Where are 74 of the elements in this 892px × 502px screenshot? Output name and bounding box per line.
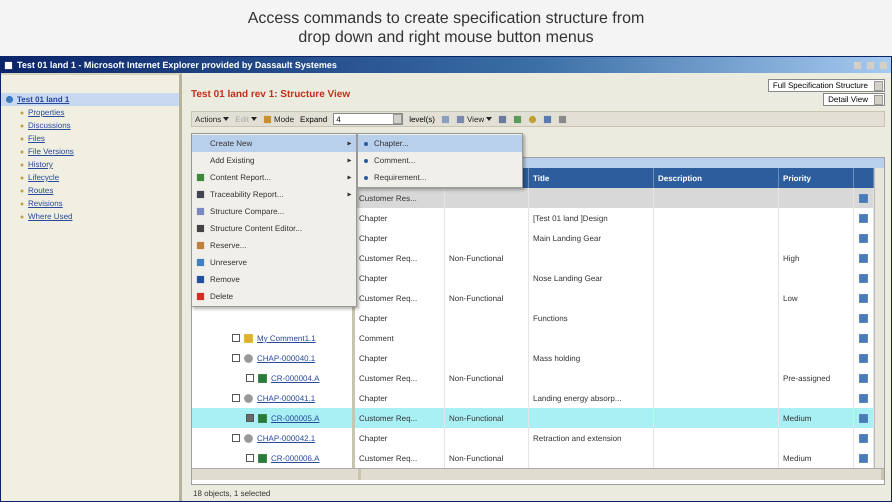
menu-item[interactable]: Delete (192, 288, 356, 305)
menu-item[interactable]: Requirement... (358, 169, 522, 186)
row-checkbox[interactable] (232, 394, 240, 402)
tree-link[interactable]: CHAP-000040.1 (257, 354, 316, 362)
menu-item[interactable]: Remove (192, 271, 356, 288)
sidebar-item[interactable]: Where Used (1, 210, 179, 223)
sidebar-item[interactable]: Test 01 land 1 (1, 93, 179, 106)
expand-label: Expand (300, 114, 328, 124)
status-text: 18 objects, 1 selected (192, 488, 272, 500)
bullet-icon (19, 122, 25, 128)
row-checkbox[interactable] (246, 414, 254, 422)
sidebar-item[interactable]: File Versions (1, 145, 179, 158)
submenu-arrow-icon (347, 175, 352, 180)
bullet-icon (19, 148, 25, 154)
row-checkbox[interactable] (246, 454, 254, 462)
menu-item[interactable]: Chapter... (358, 135, 522, 152)
submenu-arrow-icon (347, 158, 352, 163)
slide-caption: Access commands to create specification structure from drop down and right mouse button menus (246, 9, 646, 48)
bullet-icon (19, 136, 25, 142)
caret-icon (486, 117, 492, 121)
window-title: Test 01 land 1 - Microsoft Internet Explorer provided by Dassault Systemes (17, 60, 338, 70)
table-cell: Non-Functional (445, 448, 529, 468)
caret-icon (223, 117, 230, 121)
tree-link[interactable]: CR-000005.A (271, 414, 320, 422)
actions-menu[interactable]: Actions (195, 114, 230, 124)
tree-link[interactable]: CHAP-000042.1 (257, 434, 316, 442)
levels-label: level(s) (409, 114, 435, 124)
bullet-icon (19, 214, 25, 220)
bullet-icon (19, 188, 25, 194)
bullet-icon (19, 162, 25, 168)
menu-item[interactable]: Traceability Report... (192, 186, 356, 203)
page-title: Test 01 land rev 1: Structure View (191, 88, 350, 102)
menu-item[interactable]: Add Existing (192, 152, 356, 169)
submenu-arrow-icon (347, 192, 352, 197)
close-icon (879, 60, 888, 70)
menu-item[interactable]: Reserve... (192, 237, 356, 254)
sidebar-item[interactable]: Files (1, 132, 179, 145)
row-checkbox[interactable] (246, 374, 254, 382)
sidebar-item[interactable]: Lifecycle (1, 171, 179, 184)
table-row[interactable]: Customer Res... (355, 188, 874, 208)
row-checkbox[interactable] (232, 334, 240, 342)
view-select[interactable]: Detail View (823, 93, 885, 106)
bullet-icon (19, 174, 25, 180)
row-checkbox[interactable] (232, 434, 240, 442)
row-checkbox[interactable] (232, 354, 240, 362)
sidebar-item[interactable]: History (1, 158, 179, 171)
menu-item[interactable]: Unreserve (192, 254, 356, 271)
bullet-icon (19, 200, 25, 206)
menu-item[interactable]: Comment... (358, 152, 522, 169)
table-cell: Customer Req... (355, 448, 445, 468)
expand-field[interactable]: 4 (333, 113, 404, 125)
menu-item[interactable]: Structure Compare... (192, 203, 356, 220)
browser-icon (4, 60, 13, 70)
tree-link[interactable]: CR-000006.A (271, 454, 320, 462)
mode-button[interactable]: Mode (263, 114, 294, 124)
table-cell: Medium (779, 448, 854, 468)
table-row[interactable]: Customer Req... Non-Functional Medium (355, 408, 874, 428)
sidebar-item[interactable]: Revisions (1, 197, 179, 210)
tree-link[interactable]: My Comment1.1 (257, 334, 316, 342)
maximize-icon (866, 60, 875, 70)
tree-link[interactable]: CHAP-000041.1 (257, 394, 316, 402)
minimize-icon (853, 60, 862, 70)
caret-icon (251, 117, 258, 121)
sidebar-item[interactable]: Properties (1, 106, 179, 119)
menu-item[interactable]: Content Report... (192, 169, 356, 186)
view-menu[interactable]: View (456, 114, 492, 124)
menu-item[interactable]: Structure Content Editor... (192, 220, 356, 237)
menu-item[interactable]: Create New (192, 135, 356, 152)
sidebar-item[interactable]: Routes (1, 184, 179, 197)
view-select[interactable]: Full Specification Structure (768, 79, 885, 92)
sidebar-item[interactable]: Discussions (1, 119, 179, 132)
submenu-arrow-icon (347, 141, 352, 146)
tree-link[interactable]: CR-000004.A (271, 374, 320, 382)
bullet-icon (19, 110, 25, 116)
